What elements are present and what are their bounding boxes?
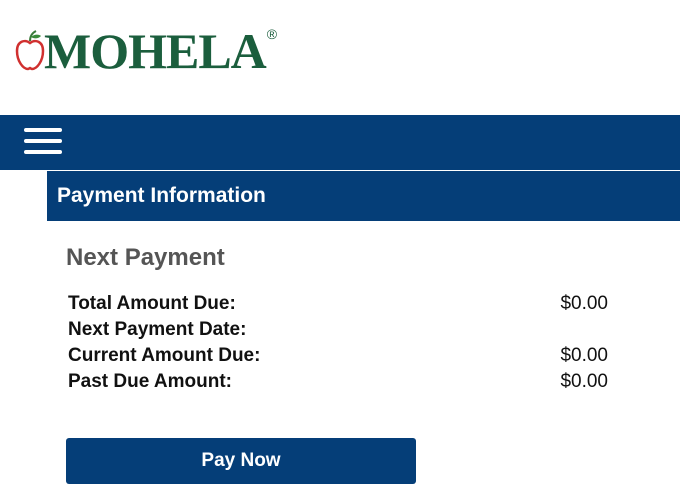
menu-line — [24, 139, 62, 143]
row-label: Current Amount Due: — [68, 345, 261, 366]
nav-bar — [0, 115, 680, 170]
hamburger-menu-icon[interactable] — [24, 128, 64, 158]
row-label: Total Amount Due: — [68, 293, 236, 314]
row-value: $0.00 — [560, 371, 608, 392]
row-value: $0.00 — [560, 293, 608, 314]
header: MOHELA ® — [0, 0, 680, 115]
pay-now-button[interactable]: Pay Now — [66, 438, 416, 484]
past-due-amount-row: Past Due Amount: $0.00 — [68, 369, 608, 395]
row-label: Past Due Amount: — [68, 371, 232, 392]
menu-line — [24, 128, 62, 132]
menu-line — [24, 150, 62, 154]
next-payment-title: Next Payment — [66, 244, 225, 271]
current-amount-due-row: Current Amount Due: $0.00 — [68, 343, 608, 369]
section-title: Payment Information — [47, 171, 680, 221]
apple-icon — [15, 30, 45, 71]
row-value: $0.00 — [560, 345, 608, 366]
logo-text: MOHELA — [44, 23, 267, 79]
registered-mark: ® — [266, 26, 278, 42]
next-payment-date-row: Next Payment Date: — [68, 317, 608, 343]
payment-details: Total Amount Due: $0.00 Next Payment Dat… — [68, 291, 608, 395]
total-amount-due-row: Total Amount Due: $0.00 — [68, 291, 608, 317]
row-label: Next Payment Date: — [68, 319, 247, 340]
mohela-logo[interactable]: MOHELA ® — [14, 26, 277, 76]
